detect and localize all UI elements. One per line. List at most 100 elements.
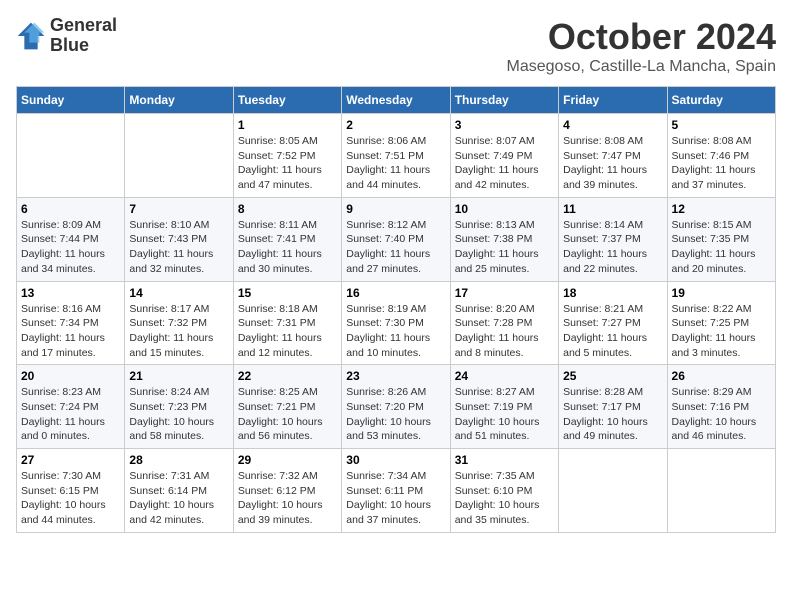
calendar-cell: 8 Sunrise: 8:11 AM Sunset: 7:41 PM Daylig…: [233, 197, 341, 281]
day-number: 3: [455, 118, 554, 132]
calendar-cell: 24 Sunrise: 8:27 AM Sunset: 7:19 PM Dayli…: [450, 365, 558, 449]
calendar-cell: 18 Sunrise: 8:21 AM Sunset: 7:27 PM Dayli…: [559, 281, 667, 365]
day-info: Sunrise: 8:28 AM Sunset: 7:17 PM Dayligh…: [563, 385, 662, 444]
calendar-cell: [125, 114, 233, 198]
calendar-cell: 2 Sunrise: 8:06 AM Sunset: 7:51 PM Daylig…: [342, 114, 450, 198]
weekday-header-monday: Monday: [125, 87, 233, 114]
day-info: Sunrise: 8:24 AM Sunset: 7:23 PM Dayligh…: [129, 385, 228, 444]
day-number: 28: [129, 453, 228, 467]
week-row-3: 13 Sunrise: 8:16 AM Sunset: 7:34 PM Dayli…: [17, 281, 776, 365]
day-info: Sunrise: 8:29 AM Sunset: 7:16 PM Dayligh…: [672, 385, 771, 444]
day-number: 22: [238, 369, 337, 383]
weekday-header-row: SundayMondayTuesdayWednesdayThursdayFrid…: [17, 87, 776, 114]
title-block: October 2024 Masegoso, Castille-La Manch…: [507, 16, 776, 76]
day-info: Sunrise: 8:15 AM Sunset: 7:35 PM Dayligh…: [672, 218, 771, 277]
logo-text: General Blue: [50, 16, 117, 56]
logo-line2: Blue: [50, 36, 117, 56]
day-number: 21: [129, 369, 228, 383]
day-info: Sunrise: 8:08 AM Sunset: 7:46 PM Dayligh…: [672, 134, 771, 193]
day-info: Sunrise: 8:17 AM Sunset: 7:32 PM Dayligh…: [129, 302, 228, 361]
calendar-cell: 23Sunrise: 8:26 AM Sunset: 7:20 PM Dayli…: [342, 365, 450, 449]
calendar-cell: 30 Sunrise: 7:34 AM Sunset: 6:11 PM Dayli…: [342, 449, 450, 533]
calendar-cell: 6 Sunrise: 8:09 AM Sunset: 7:44 PM Daylig…: [17, 197, 125, 281]
location-title: Masegoso, Castille-La Mancha, Spain: [507, 58, 776, 76]
day-number: 24: [455, 369, 554, 383]
logo: General Blue: [16, 16, 117, 56]
day-number: 16: [346, 286, 445, 300]
calendar-cell: 27Sunrise: 7:30 AM Sunset: 6:15 PM Dayli…: [17, 449, 125, 533]
day-info: Sunrise: 8:18 AM Sunset: 7:31 PM Dayligh…: [238, 302, 337, 361]
calendar-cell: 1 Sunrise: 8:05 AM Sunset: 7:52 PM Daylig…: [233, 114, 341, 198]
day-number: 4: [563, 118, 662, 132]
week-row-4: 20Sunrise: 8:23 AM Sunset: 7:24 PM Dayli…: [17, 365, 776, 449]
calendar-cell: 28 Sunrise: 7:31 AM Sunset: 6:14 PM Dayli…: [125, 449, 233, 533]
day-number: 30: [346, 453, 445, 467]
day-number: 11: [563, 202, 662, 216]
day-number: 8: [238, 202, 337, 216]
day-info: Sunrise: 8:10 AM Sunset: 7:43 PM Dayligh…: [129, 218, 228, 277]
day-number: 25: [563, 369, 662, 383]
calendar-cell: 21 Sunrise: 8:24 AM Sunset: 7:23 PM Dayli…: [125, 365, 233, 449]
weekday-header-wednesday: Wednesday: [342, 87, 450, 114]
week-row-2: 6 Sunrise: 8:09 AM Sunset: 7:44 PM Daylig…: [17, 197, 776, 281]
calendar-cell: 4 Sunrise: 8:08 AM Sunset: 7:47 PM Daylig…: [559, 114, 667, 198]
day-info: Sunrise: 8:05 AM Sunset: 7:52 PM Dayligh…: [238, 134, 337, 193]
day-number: 6: [21, 202, 120, 216]
day-number: 12: [672, 202, 771, 216]
day-number: 10: [455, 202, 554, 216]
day-number: 27: [21, 453, 120, 467]
day-number: 29: [238, 453, 337, 467]
day-info: Sunrise: 8:07 AM Sunset: 7:49 PM Dayligh…: [455, 134, 554, 193]
calendar-cell: 12 Sunrise: 8:15 AM Sunset: 7:35 PM Dayli…: [667, 197, 775, 281]
day-number: 13: [21, 286, 120, 300]
calendar-cell: 9 Sunrise: 8:12 AM Sunset: 7:40 PM Daylig…: [342, 197, 450, 281]
week-row-5: 27Sunrise: 7:30 AM Sunset: 6:15 PM Dayli…: [17, 449, 776, 533]
calendar-cell: [667, 449, 775, 533]
day-number: 2: [346, 118, 445, 132]
calendar-table: SundayMondayTuesdayWednesdayThursdayFrid…: [16, 86, 776, 533]
month-title: October 2024: [507, 16, 776, 58]
calendar-cell: 14 Sunrise: 8:17 AM Sunset: 7:32 PM Dayli…: [125, 281, 233, 365]
week-row-1: 1 Sunrise: 8:05 AM Sunset: 7:52 PM Daylig…: [17, 114, 776, 198]
day-info: Sunrise: 8:20 AM Sunset: 7:28 PM Dayligh…: [455, 302, 554, 361]
day-info: Sunrise: 8:09 AM Sunset: 7:44 PM Dayligh…: [21, 218, 120, 277]
day-info: Sunrise: 7:34 AM Sunset: 6:11 PM Dayligh…: [346, 469, 445, 528]
calendar-cell: 10 Sunrise: 8:13 AM Sunset: 7:38 PM Dayli…: [450, 197, 558, 281]
logo-line1: General: [50, 16, 117, 36]
day-number: 31: [455, 453, 554, 467]
calendar-cell: 31 Sunrise: 7:35 AM Sunset: 6:10 PM Dayli…: [450, 449, 558, 533]
calendar-cell: 22Sunrise: 8:25 AM Sunset: 7:21 PM Dayli…: [233, 365, 341, 449]
calendar-cell: 5 Sunrise: 8:08 AM Sunset: 7:46 PM Daylig…: [667, 114, 775, 198]
day-info: Sunrise: 7:32 AM Sunset: 6:12 PM Dayligh…: [238, 469, 337, 528]
weekday-header-saturday: Saturday: [667, 87, 775, 114]
day-number: 9: [346, 202, 445, 216]
day-info: Sunrise: 8:21 AM Sunset: 7:27 PM Dayligh…: [563, 302, 662, 361]
day-info: Sunrise: 8:13 AM Sunset: 7:38 PM Dayligh…: [455, 218, 554, 277]
day-number: 14: [129, 286, 228, 300]
calendar-cell: 19Sunrise: 8:22 AM Sunset: 7:25 PM Dayli…: [667, 281, 775, 365]
day-info: Sunrise: 8:16 AM Sunset: 7:34 PM Dayligh…: [21, 302, 120, 361]
calendar-cell: 26Sunrise: 8:29 AM Sunset: 7:16 PM Dayli…: [667, 365, 775, 449]
day-info: Sunrise: 8:06 AM Sunset: 7:51 PM Dayligh…: [346, 134, 445, 193]
day-number: 18: [563, 286, 662, 300]
day-number: 20: [21, 369, 120, 383]
calendar-cell: 15Sunrise: 8:18 AM Sunset: 7:31 PM Dayli…: [233, 281, 341, 365]
day-info: Sunrise: 8:19 AM Sunset: 7:30 PM Dayligh…: [346, 302, 445, 361]
calendar-cell: [559, 449, 667, 533]
calendar-cell: 29 Sunrise: 7:32 AM Sunset: 6:12 PM Dayli…: [233, 449, 341, 533]
day-info: Sunrise: 8:12 AM Sunset: 7:40 PM Dayligh…: [346, 218, 445, 277]
day-info: Sunrise: 8:08 AM Sunset: 7:47 PM Dayligh…: [563, 134, 662, 193]
calendar-cell: 11Sunrise: 8:14 AM Sunset: 7:37 PM Dayli…: [559, 197, 667, 281]
day-number: 1: [238, 118, 337, 132]
weekday-header-friday: Friday: [559, 87, 667, 114]
day-number: 5: [672, 118, 771, 132]
day-info: Sunrise: 8:11 AM Sunset: 7:41 PM Dayligh…: [238, 218, 337, 277]
weekday-header-thursday: Thursday: [450, 87, 558, 114]
day-info: Sunrise: 7:31 AM Sunset: 6:14 PM Dayligh…: [129, 469, 228, 528]
weekday-header-tuesday: Tuesday: [233, 87, 341, 114]
day-info: Sunrise: 8:27 AM Sunset: 7:19 PM Dayligh…: [455, 385, 554, 444]
day-info: Sunrise: 7:35 AM Sunset: 6:10 PM Dayligh…: [455, 469, 554, 528]
day-number: 23: [346, 369, 445, 383]
calendar-cell: 16 Sunrise: 8:19 AM Sunset: 7:30 PM Dayli…: [342, 281, 450, 365]
calendar-cell: 17Sunrise: 8:20 AM Sunset: 7:28 PM Dayli…: [450, 281, 558, 365]
